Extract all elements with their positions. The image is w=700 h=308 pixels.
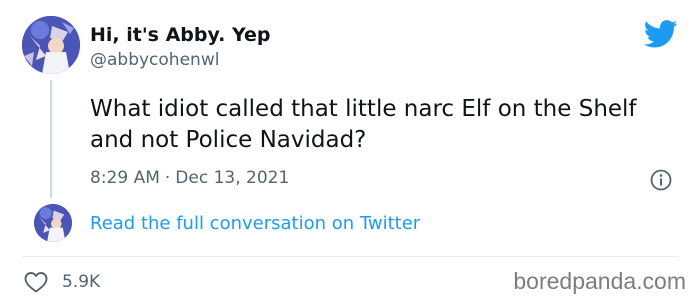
info-icon[interactable] xyxy=(650,169,672,191)
display-name[interactable]: Hi, it's Abby. Yep xyxy=(90,24,270,46)
reply-avatar[interactable] xyxy=(34,204,72,242)
twitter-bird-icon[interactable] xyxy=(644,20,678,48)
handle[interactable]: @abbycohenwl xyxy=(90,50,219,70)
divider xyxy=(22,256,678,257)
heart-icon xyxy=(24,272,48,293)
avatar-image xyxy=(22,16,80,74)
read-full-conversation-link[interactable]: Read the full conversation on Twitter xyxy=(90,213,420,234)
tweet-date[interactable]: Dec 13, 2021 xyxy=(175,168,289,188)
watermark: boredpanda.com xyxy=(513,268,686,294)
reply-avatar-image xyxy=(34,204,72,242)
tweet-timestamp[interactable]: 8:29 AM · Dec 13, 2021 xyxy=(90,168,289,188)
meta-separator: · xyxy=(164,168,171,188)
like-button[interactable]: 5.9K xyxy=(24,271,100,293)
tweet-text: What idiot called that little narc Elf o… xyxy=(90,96,637,153)
tweet-card: Hi, it's Abby. Yep @abbycohenwl What idi… xyxy=(0,0,700,308)
tweet-time[interactable]: 8:29 AM xyxy=(90,168,160,188)
avatar[interactable] xyxy=(22,16,80,74)
like-count: 5.9K xyxy=(62,272,101,292)
thread-line xyxy=(50,80,52,198)
